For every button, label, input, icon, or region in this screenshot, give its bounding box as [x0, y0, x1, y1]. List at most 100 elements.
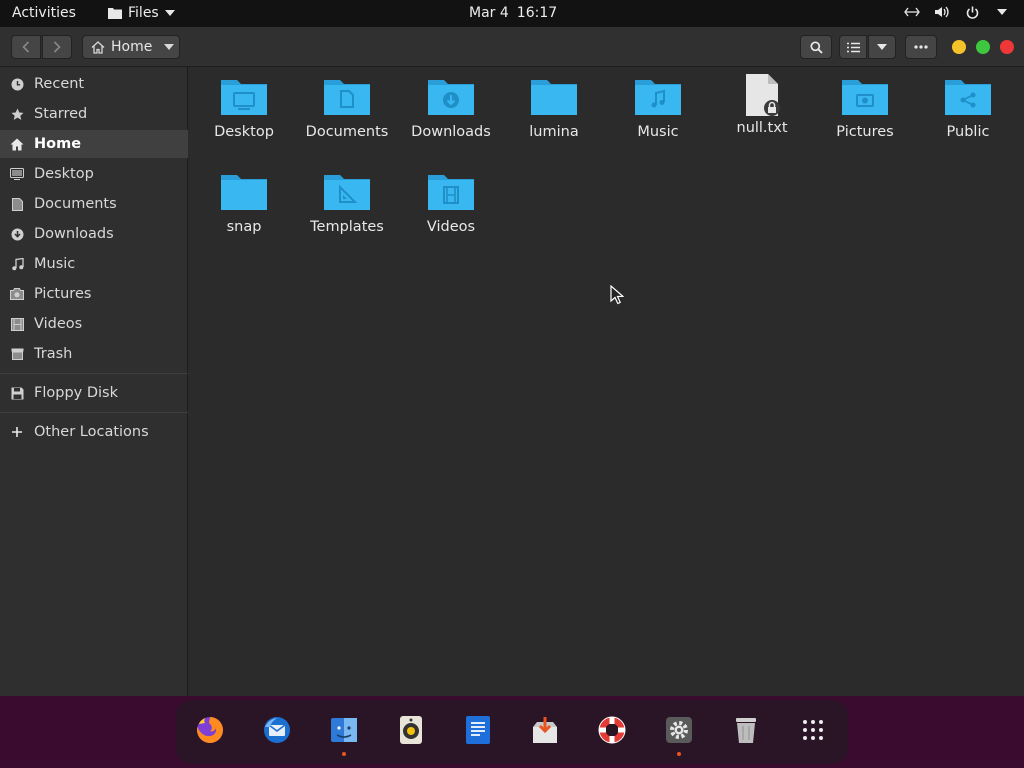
folder-documents-icon	[324, 80, 370, 115]
chevron-down-icon	[164, 44, 175, 50]
path-bar-home-button[interactable]: Home	[82, 35, 180, 59]
file-name: Videos	[426, 219, 476, 235]
app-grid-icon	[803, 720, 823, 740]
folder-public-icon	[945, 80, 991, 115]
sidebar-item-home[interactable]: Home	[0, 130, 188, 158]
desktop-icon	[10, 167, 24, 181]
activities-button[interactable]: Activities	[12, 5, 76, 21]
sidebar-item-label: Videos	[34, 316, 83, 332]
folder-icon	[108, 8, 122, 19]
volume-icon[interactable]	[934, 4, 950, 20]
file-name: snap	[226, 219, 262, 235]
home-icon	[10, 137, 24, 151]
minimize-button[interactable]	[952, 40, 966, 54]
sidebar: Recent Starred Home Desktop Documents Do…	[0, 67, 188, 696]
sidebar-item-starred[interactable]: Starred	[0, 100, 188, 128]
dock-item-thunderbird[interactable]	[259, 712, 295, 748]
trash-icon	[736, 718, 756, 743]
clock-time: 16:17	[516, 5, 558, 21]
sidebar-item-desktop[interactable]: Desktop	[0, 160, 188, 188]
maximize-button[interactable]	[976, 40, 990, 54]
file-name: Desktop	[214, 124, 274, 140]
folder-desktop-icon	[221, 80, 267, 115]
dock-item-software[interactable]	[527, 712, 563, 748]
running-indicator	[677, 752, 681, 756]
file-name: Public	[946, 124, 990, 140]
file-item-templates[interactable]: Templates	[302, 172, 392, 236]
file-item-snap[interactable]: snap	[199, 172, 289, 236]
thunderbird-icon	[264, 717, 290, 743]
sidebar-item-recent[interactable]: Recent	[0, 70, 188, 98]
music-icon	[10, 257, 24, 271]
file-item-downloads[interactable]: Downloads	[406, 77, 496, 141]
sidebar-item-label: Desktop	[34, 166, 94, 182]
sidebar-item-label: Other Locations	[34, 424, 149, 440]
forward-button[interactable]	[42, 35, 72, 59]
sidebar-separator	[0, 412, 188, 413]
file-name: Music	[637, 124, 679, 140]
sidebar-item-label: Starred	[34, 106, 88, 122]
view-options-button[interactable]	[868, 35, 896, 59]
search-button[interactable]	[800, 35, 832, 59]
sidebar-item-label: Home	[34, 136, 82, 152]
software-icon	[533, 717, 557, 743]
file-view[interactable]: Desktop Documents Downloads lumina Music…	[189, 67, 1024, 696]
file-item-documents[interactable]: Documents	[302, 77, 392, 141]
locked-text-file-icon	[746, 74, 780, 116]
sidebar-item-pictures[interactable]: Pictures	[0, 280, 188, 308]
file-item-desktop[interactable]: Desktop	[199, 77, 289, 141]
sidebar-item-trash[interactable]: Trash	[0, 340, 188, 368]
sidebar-item-downloads[interactable]: Downloads	[0, 220, 188, 248]
sidebar-item-label: Pictures	[34, 286, 92, 302]
file-name: Downloads	[411, 124, 491, 140]
download-icon	[10, 227, 24, 241]
file-item-null-txt[interactable]: null.txt	[717, 73, 807, 137]
document-icon	[10, 197, 24, 211]
sidebar-item-music[interactable]: Music	[0, 250, 188, 278]
dock-item-help[interactable]	[594, 712, 630, 748]
system-menu-chevron-icon[interactable]	[994, 4, 1010, 20]
file-item-music[interactable]: Music	[613, 77, 703, 141]
sidebar-item-label: Recent	[34, 76, 85, 92]
sidebar-item-other-locations[interactable]: Other Locations	[0, 418, 188, 446]
main-menu-button[interactable]	[905, 35, 937, 59]
sidebar-item-label: Music	[34, 256, 76, 272]
view-toggle-button[interactable]	[839, 35, 867, 59]
system-tray[interactable]	[904, 4, 1010, 20]
sidebar-item-documents[interactable]: Documents	[0, 190, 188, 218]
dock-item-firefox[interactable]	[192, 712, 228, 748]
file-item-videos[interactable]: Videos	[406, 172, 496, 236]
plus-icon	[10, 425, 24, 439]
back-button[interactable]	[11, 35, 41, 59]
sidebar-item-videos[interactable]: Videos	[0, 310, 188, 338]
clock[interactable]: Mar 4 16:17	[469, 5, 557, 21]
more-icon	[914, 45, 928, 49]
file-item-lumina[interactable]: lumina	[509, 77, 599, 141]
dock-item-files[interactable]	[326, 712, 362, 756]
running-indicator	[342, 752, 346, 756]
network-icon[interactable]	[904, 4, 920, 20]
file-item-pictures[interactable]: Pictures	[820, 77, 910, 141]
folder-music-icon	[635, 80, 681, 115]
file-name: Pictures	[836, 124, 894, 140]
file-item-public[interactable]: Public	[923, 77, 1013, 141]
dock-item-show-applications[interactable]	[795, 712, 831, 748]
sidebar-item-label: Documents	[34, 196, 117, 212]
floppy-icon	[10, 386, 24, 400]
dock-item-trash[interactable]	[728, 712, 764, 748]
sidebar-item-label: Downloads	[34, 226, 114, 242]
sidebar-item-label: Floppy Disk	[34, 385, 118, 401]
file-name: Documents	[305, 124, 389, 140]
dock-item-settings[interactable]	[661, 712, 697, 756]
sidebar-item-floppy-disk[interactable]: Floppy Disk	[0, 379, 188, 407]
back-icon	[22, 41, 30, 53]
file-name: null.txt	[736, 120, 788, 136]
power-icon[interactable]	[964, 4, 980, 20]
dock-item-rhythmbox[interactable]	[393, 712, 429, 748]
folder-templates-icon	[324, 175, 370, 210]
folder-downloads-icon	[428, 80, 474, 115]
dock-item-writer[interactable]	[460, 712, 496, 748]
app-menu[interactable]: Files	[108, 5, 175, 21]
close-button[interactable]	[1000, 40, 1014, 54]
top-bar: Activities Files Mar 4 16:17	[0, 0, 1024, 27]
